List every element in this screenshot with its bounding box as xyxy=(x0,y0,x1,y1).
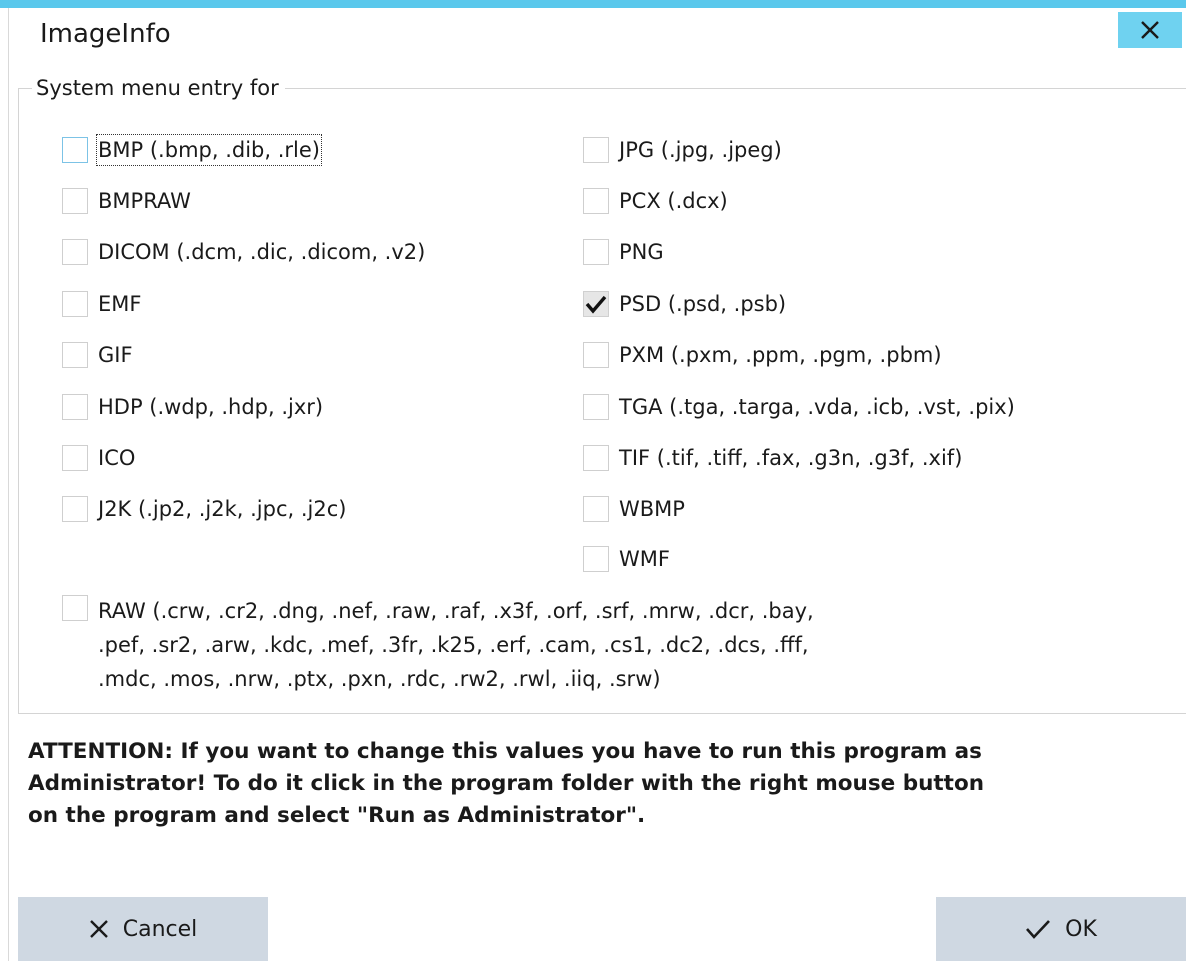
checkbox-label: GIF xyxy=(98,343,133,367)
checkbox-box[interactable] xyxy=(583,394,609,420)
checkbox-label: BMP (.bmp, .dib, .rle) xyxy=(96,134,322,166)
window-accent-bar xyxy=(0,0,1186,8)
checkbox-box[interactable] xyxy=(62,595,88,621)
checkbox-box[interactable] xyxy=(583,188,609,214)
checkbox-label: PCX (.dcx) xyxy=(619,189,728,213)
checkbox-dicom[interactable]: DICOM (.dcm, .dic, .dicom, .v2) xyxy=(62,238,425,266)
checkbox-wbmp[interactable]: WBMP xyxy=(583,495,685,523)
close-icon xyxy=(89,919,109,939)
checkbox-box[interactable] xyxy=(62,137,88,163)
checkmark-icon xyxy=(585,295,607,314)
checkbox-label: PXM (.pxm, .ppm, .pgm, .pbm) xyxy=(619,343,942,367)
checkbox-wmf[interactable]: WMF xyxy=(583,545,670,573)
attention-line: Administrator! To do it click in the pro… xyxy=(28,771,985,796)
checkbox-box[interactable] xyxy=(583,496,609,522)
checkbox-box[interactable] xyxy=(583,342,609,368)
checkbox-label: TGA (.tga, .targa, .vda, .icb, .vst, .pi… xyxy=(619,395,1015,419)
window-left-edge xyxy=(0,8,9,961)
checkbox-pxm[interactable]: PXM (.pxm, .ppm, .pgm, .pbm) xyxy=(583,341,942,369)
checkbox-psd[interactable]: PSD (.psd, .psb) xyxy=(583,290,786,318)
cancel-button[interactable]: Cancel xyxy=(18,897,268,961)
checkbox-label: EMF xyxy=(98,292,142,316)
checkbox-box[interactable] xyxy=(583,239,609,265)
attention-line: on the program and select "Run as Admini… xyxy=(28,803,646,828)
checkbox-label: WMF xyxy=(619,547,670,571)
checkbox-gif[interactable]: GIF xyxy=(62,341,133,369)
raw-label-line: RAW (.crw, .cr2, .dng, .nef, .raw, .raf,… xyxy=(98,599,814,623)
checkbox-label: BMPRAW xyxy=(98,189,191,213)
checkbox-label: TIF (.tif, .tiff, .fax, .g3n, .g3f, .xif… xyxy=(619,446,963,470)
close-button[interactable] xyxy=(1118,12,1182,48)
checkbox-label: PSD (.psd, .psb) xyxy=(619,292,787,316)
cancel-button-label: Cancel xyxy=(122,916,198,942)
checkbox-label: PNG xyxy=(619,240,664,264)
checkbox-tif[interactable]: TIF (.tif, .tiff, .fax, .g3n, .g3f, .xif… xyxy=(583,444,962,472)
checkbox-j2k[interactable]: J2K (.jp2, .j2k, .jpc, .j2c) xyxy=(62,495,346,523)
checkbox-box[interactable] xyxy=(62,188,88,214)
checkbox-bmp[interactable]: BMP (.bmp, .dib, .rle) xyxy=(62,134,322,166)
close-icon xyxy=(1141,21,1159,39)
ok-button[interactable]: OK xyxy=(936,897,1186,961)
checkbox-png[interactable]: PNG xyxy=(583,238,664,266)
ok-button-label: OK xyxy=(1065,916,1097,942)
checkbox-pcx[interactable]: PCX (.dcx) xyxy=(583,187,728,215)
window-title: ImageInfo xyxy=(40,19,171,49)
imageinfo-dialog: ImageInfo System menu entry for BMP (.bm… xyxy=(0,0,1186,961)
checkbox-raw[interactable] xyxy=(62,595,88,621)
checkbox-box[interactable] xyxy=(62,394,88,420)
checkbox-jpg[interactable]: JPG (.jpg, .jpeg) xyxy=(583,136,782,164)
checkbox-box[interactable] xyxy=(62,342,88,368)
checkbox-box[interactable] xyxy=(62,496,88,522)
checkbox-ico[interactable]: ICO xyxy=(62,444,135,472)
attention-line: ATTENTION: If you want to change this va… xyxy=(28,739,982,764)
checkbox-tga[interactable]: TGA (.tga, .targa, .vda, .icb, .vst, .pi… xyxy=(583,393,1015,421)
checkbox-bmpraw[interactable]: BMPRAW xyxy=(62,187,191,215)
checkbox-label: WBMP xyxy=(619,497,685,521)
checkbox-box[interactable] xyxy=(583,291,609,317)
checkbox-label: J2K (.jp2, .j2k, .jpc, .j2c) xyxy=(98,497,347,521)
groupbox-legend: System menu entry for xyxy=(32,74,285,102)
checkmark-icon xyxy=(1025,918,1051,940)
checkbox-box[interactable] xyxy=(583,546,609,572)
raw-label-line: .pef, .sr2, .arw, .kdc, .mef, .3fr, .k25… xyxy=(98,633,809,657)
raw-label-line: .mdc, .mos, .nrw, .ptx, .pxn, .rdc, .rw2… xyxy=(98,667,661,691)
checkbox-label: HDP (.wdp, .hdp, .jxr) xyxy=(98,395,324,419)
checkbox-box[interactable] xyxy=(62,291,88,317)
raw-checkbox-label: RAW (.crw, .cr2, .dng, .nef, .raw, .raf,… xyxy=(98,594,1158,696)
checkbox-emf[interactable]: EMF xyxy=(62,290,141,318)
checkbox-hdp[interactable]: HDP (.wdp, .hdp, .jxr) xyxy=(62,393,323,421)
checkbox-label: DICOM (.dcm, .dic, .dicom, .v2) xyxy=(98,240,426,264)
checkbox-box[interactable] xyxy=(62,445,88,471)
checkbox-box[interactable] xyxy=(583,445,609,471)
checkbox-label: ICO xyxy=(98,446,136,470)
checkbox-box[interactable] xyxy=(62,239,88,265)
attention-message: ATTENTION: If you want to change this va… xyxy=(28,736,1178,832)
checkbox-box[interactable] xyxy=(583,137,609,163)
checkbox-label: JPG (.jpg, .jpeg) xyxy=(619,138,782,162)
